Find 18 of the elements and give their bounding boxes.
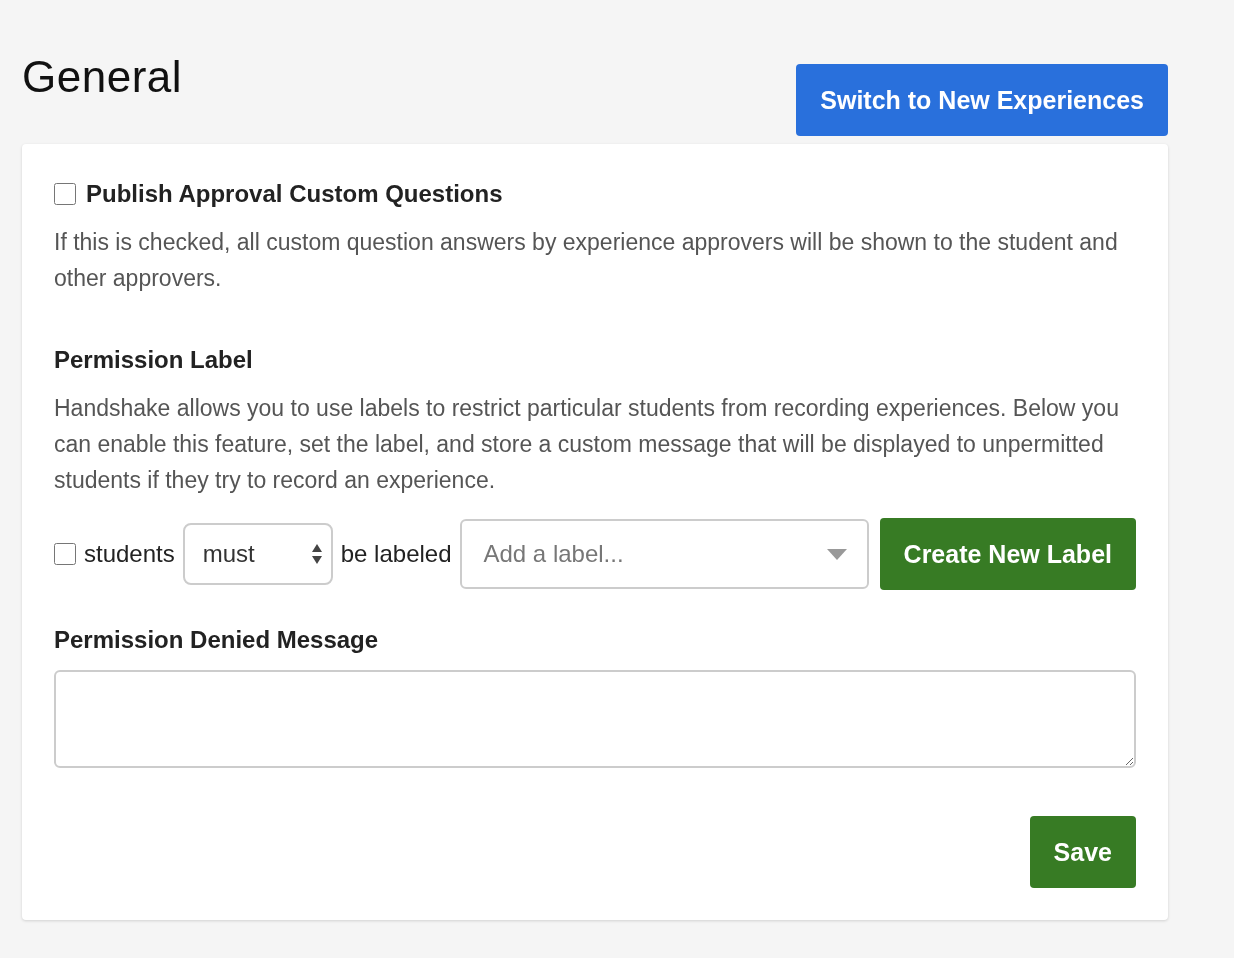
publish-checkbox[interactable] [54, 183, 76, 205]
create-label-button[interactable]: Create New Label [879, 518, 1136, 590]
save-button[interactable]: Save [1029, 816, 1136, 888]
switch-experiences-button[interactable]: Switch to New Experiences [796, 64, 1168, 136]
updown-arrows-icon [310, 543, 323, 565]
dropdown-caret-icon [826, 548, 847, 560]
label-select[interactable]: Add a label... [459, 519, 869, 589]
permission-checkbox[interactable] [54, 543, 76, 565]
permission-description: Handshake allows you to use labels to restrict particular students from recording experiences. Below you can enable this feature, set the label, and store a custom message that will be displayed to unpermitted students if they try to record an experience. [54, 394, 1120, 495]
rule-select[interactable]: must [182, 523, 333, 585]
students-text: students [84, 540, 175, 568]
publish-description: If this is checked, all custom question answers by experience approvers will be shown to the student and other approvers. [54, 228, 1119, 293]
denied-message-label: Permission Denied Message [54, 626, 380, 654]
publish-label: Publish Approval Custom Questions [86, 180, 503, 208]
be-labeled-text: be labeled [340, 540, 452, 568]
page-title: General [22, 52, 183, 102]
permission-label-heading: Permission Label [54, 346, 254, 374]
denied-message-field[interactable] [54, 670, 1136, 768]
